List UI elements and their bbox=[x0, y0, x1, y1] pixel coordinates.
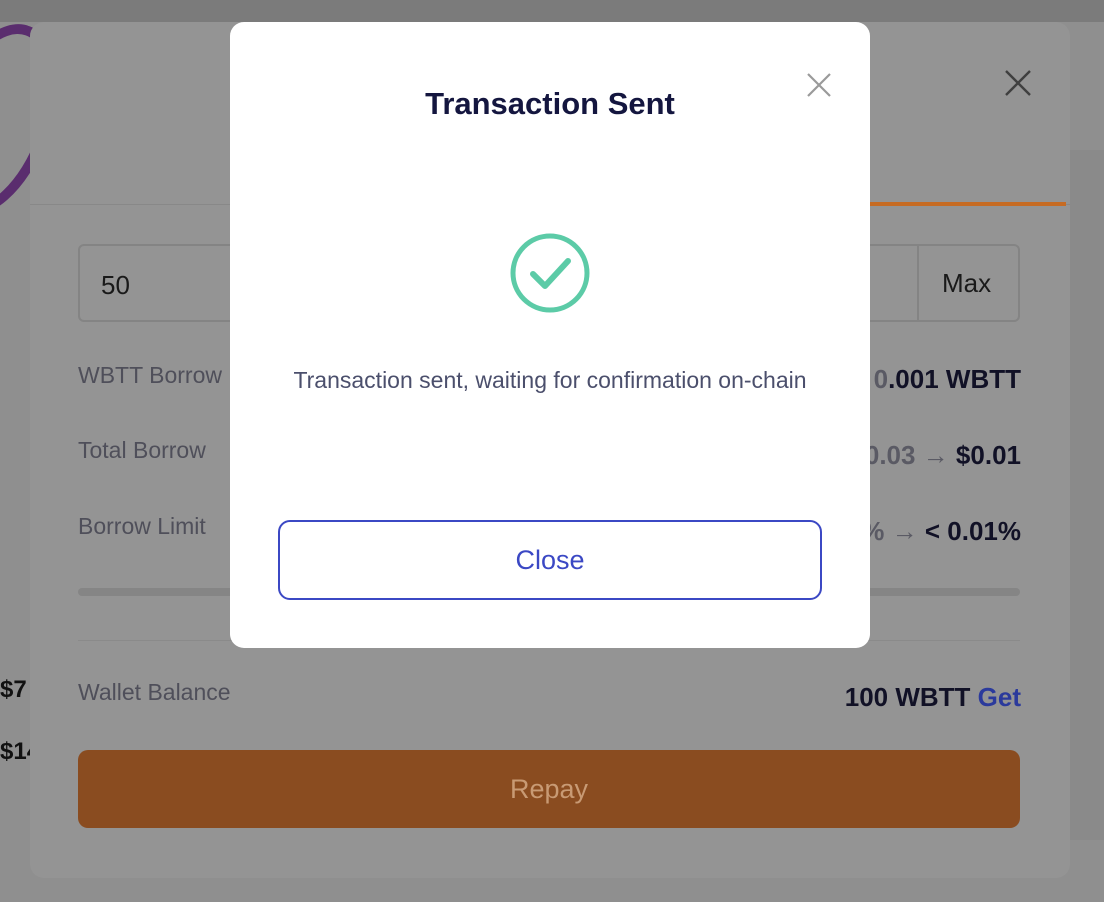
active-tab-indicator bbox=[868, 202, 1066, 206]
total-borrow-label: Total Borrow bbox=[78, 437, 206, 463]
wbtt-borrow-value: 0.001 WBTT bbox=[873, 364, 1021, 394]
wallet-balance-label: Wallet Balance bbox=[78, 679, 231, 705]
transaction-sent-dialog: Transaction Sent Transaction sent, waiti… bbox=[230, 22, 870, 648]
borrow-limit-value: % → < 0.01% bbox=[861, 516, 1021, 546]
max-button[interactable]: Max bbox=[942, 268, 991, 299]
repay-modal-close-icon[interactable] bbox=[1003, 68, 1033, 98]
background-top-bar bbox=[0, 0, 1104, 22]
amount-input-value: 50 bbox=[101, 270, 130, 300]
wallet-balance-value: 100 WBTT Get bbox=[844, 682, 1021, 712]
background-value: $7 bbox=[0, 676, 27, 703]
borrow-limit-label: Borrow Limit bbox=[78, 513, 206, 539]
dialog-title: Transaction Sent bbox=[425, 86, 675, 121]
get-link[interactable]: Get bbox=[978, 682, 1021, 712]
max-separator bbox=[917, 246, 919, 320]
background-side-panel bbox=[1070, 150, 1104, 840]
check-circle-icon bbox=[509, 232, 591, 314]
wbtt-borrow-label: WBTT Borrow bbox=[78, 362, 222, 388]
close-icon[interactable] bbox=[804, 70, 834, 100]
total-borrow-value: 0.03 → $0.01 bbox=[864, 440, 1021, 470]
close-button[interactable]: Close bbox=[278, 520, 822, 600]
dialog-message: Transaction sent, waiting for confirmati… bbox=[293, 367, 807, 393]
repay-button[interactable]: Repay bbox=[78, 750, 1020, 828]
